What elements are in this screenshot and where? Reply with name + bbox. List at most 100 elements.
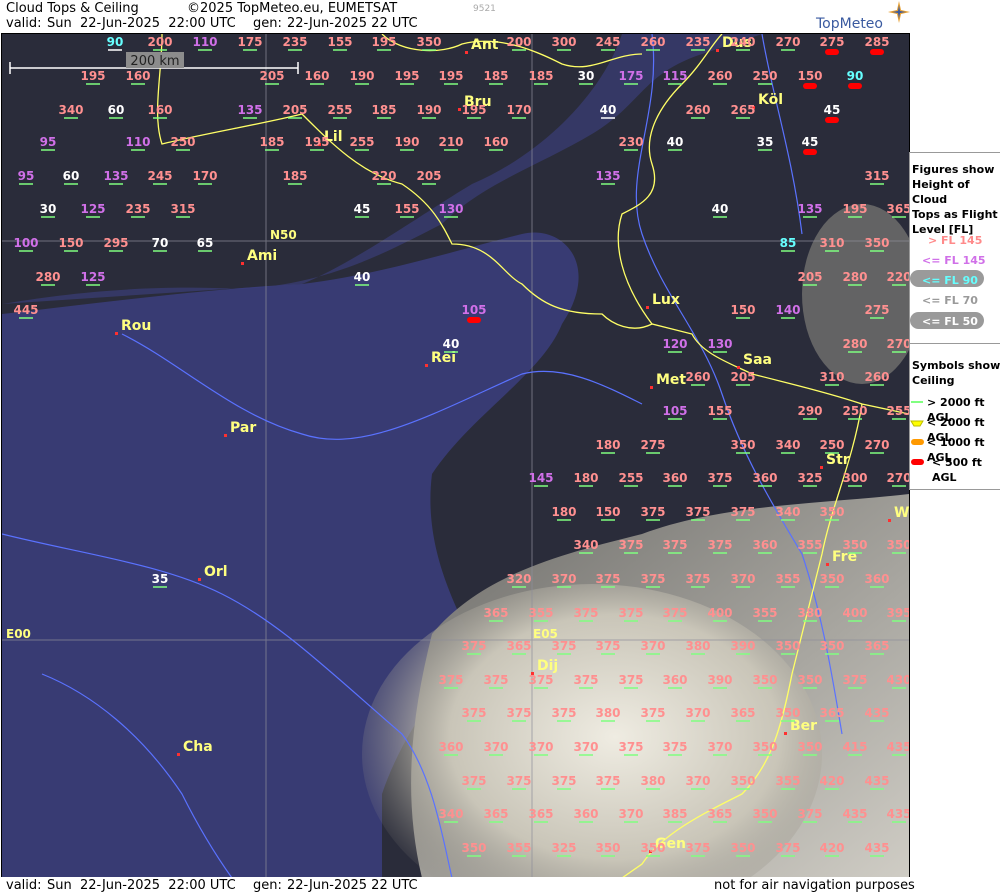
cloud-top-marker: 350 — [752, 673, 778, 689]
cloud-top-marker: 375 — [640, 505, 666, 521]
cloud-top-value: 350 — [842, 538, 867, 552]
cloud-top-value: 320 — [506, 572, 531, 586]
cloud-top-marker: 430 — [886, 673, 909, 689]
cloud-top-marker: 90 — [107, 35, 123, 51]
cloud-top-marker: 300 — [842, 471, 868, 487]
cloud-top-value: 155 — [707, 404, 732, 418]
cloud-top-value: 380 — [640, 774, 665, 788]
cloud-top-value: 350 — [819, 505, 844, 519]
cloud-top-marker: 125 — [80, 270, 106, 286]
cloud-top-marker: 360 — [752, 538, 778, 554]
ceiling-yellow-icon — [910, 420, 924, 427]
cloud-top-value: 185 — [371, 103, 396, 117]
cloud-top-marker: 270 — [775, 35, 801, 51]
cloud-top-value: 370 — [483, 740, 508, 754]
cloud-top-value: 375 — [483, 673, 508, 687]
footer-valid-label: valid: — [6, 878, 42, 893]
footer-disclaimer: not for air navigation purposes — [714, 878, 915, 893]
cloud-top-marker: 35 — [757, 135, 773, 151]
cloud-top-value: 255 — [327, 103, 352, 117]
cloud-top-marker: 355 — [775, 774, 801, 790]
cloud-top-marker: 370 — [685, 706, 711, 722]
cloud-top-marker: 435 — [864, 706, 890, 722]
city-marker-icon — [198, 578, 201, 581]
cloud-top-marker: 375 — [730, 505, 756, 521]
cloud-top-value: 155 — [327, 35, 352, 49]
cloud-top-value: 375 — [797, 807, 822, 821]
cloud-top-marker: 255 — [327, 103, 353, 119]
cloud-top-marker: 350 — [775, 639, 801, 655]
ceiling-red-icon — [825, 117, 839, 123]
cloud-top-value: 355 — [528, 606, 553, 620]
cloud-top-value: 315 — [170, 202, 195, 216]
weather-map[interactable]: 200 km N50 E00 E05 Ant Dus Bru Köl Lil Ami Rou… — [1, 33, 910, 879]
city-marker-icon — [784, 732, 787, 735]
cloud-top-marker: 290 — [797, 404, 823, 420]
cloud-top-value: 355 — [775, 572, 800, 586]
cloud-top-value: 135 — [237, 103, 262, 117]
cloud-top-marker: 350 — [864, 236, 890, 252]
cloud-top-value: 370 — [618, 807, 643, 821]
cloud-top-marker: 170 — [506, 103, 532, 119]
cloud-top-value: 235 — [125, 202, 150, 216]
cloud-top-value: 365 — [707, 807, 732, 821]
cloud-top-marker: 435 — [864, 774, 890, 790]
cloud-top-value: 375 — [618, 740, 643, 754]
cloud-top-value: 435 — [886, 740, 909, 754]
cloud-top-marker: 375 — [551, 639, 577, 655]
cloud-top-marker: 255 — [349, 135, 375, 151]
cloud-top-value: 375 — [551, 774, 576, 788]
cloud-top-marker: 385 — [662, 807, 688, 823]
cloud-top-value: 370 — [685, 774, 710, 788]
cloud-top-value: 350 — [797, 740, 822, 754]
cloud-top-value: 350 — [819, 639, 844, 653]
cloud-top-marker: 350 — [595, 841, 621, 857]
cloud-top-value: 115 — [662, 69, 687, 83]
cloud-top-marker: 185 — [259, 135, 285, 151]
cloud-top-marker: 375 — [775, 841, 801, 857]
city-label: Rou — [121, 318, 151, 334]
cloud-top-marker: 195 — [304, 135, 330, 151]
cloud-top-marker: 350 — [819, 505, 845, 521]
cloud-top-value: 355 — [797, 538, 822, 552]
cloud-top-value: 175 — [618, 69, 643, 83]
cloud-top-marker: 375 — [551, 706, 577, 722]
cloud-top-marker: 365 — [506, 639, 532, 655]
cloud-top-value: 255 — [618, 471, 643, 485]
cloud-top-marker: 180 — [573, 471, 599, 487]
cloud-top-marker: 120 — [662, 337, 688, 353]
cloud-top-value: 205 — [797, 270, 822, 284]
valid-label: valid: — [6, 16, 42, 31]
cloud-top-marker: 375 — [618, 740, 644, 756]
cloud-top-value: 30 — [578, 69, 595, 83]
cloud-top-value: 125 — [80, 270, 105, 284]
cloud-top-value: 265 — [730, 103, 755, 117]
cloud-top-marker: 340 — [775, 438, 801, 454]
cloud-top-value: 350 — [730, 438, 755, 452]
cloud-top-marker: 300 — [551, 35, 577, 51]
cloud-top-marker: 390 — [730, 639, 756, 655]
cloud-top-marker: 375 — [618, 538, 644, 554]
cloud-top-value: 235 — [685, 35, 710, 49]
cloud-top-marker: 220 — [371, 169, 397, 185]
cloud-top-value: 40 — [600, 103, 617, 117]
cloud-top-marker: 255 — [618, 471, 644, 487]
cloud-top-value: 375 — [618, 606, 643, 620]
cloud-top-marker: 40 — [667, 135, 683, 151]
cloud-top-marker: 200 — [147, 35, 173, 51]
cloud-top-value: 385 — [662, 807, 687, 821]
city-marker-icon — [224, 434, 227, 437]
cloud-top-value: 370 — [528, 740, 553, 754]
cloud-top-value: 205 — [259, 69, 284, 83]
cloud-top-marker: 105 — [662, 404, 688, 420]
cloud-top-marker: 375 — [707, 538, 733, 554]
cloud-top-marker: 135 — [103, 169, 129, 185]
cloud-top-value: 375 — [551, 706, 576, 720]
cloud-top-marker: 60 — [63, 169, 79, 185]
cloud-top-marker: 150 — [730, 303, 756, 319]
cloud-top-marker: 110 — [192, 35, 218, 51]
cloud-top-value: 400 — [842, 606, 867, 620]
cloud-top-marker: 365 — [483, 807, 509, 823]
cloud-top-value: 205 — [730, 370, 755, 384]
cloud-top-value: 360 — [752, 538, 777, 552]
